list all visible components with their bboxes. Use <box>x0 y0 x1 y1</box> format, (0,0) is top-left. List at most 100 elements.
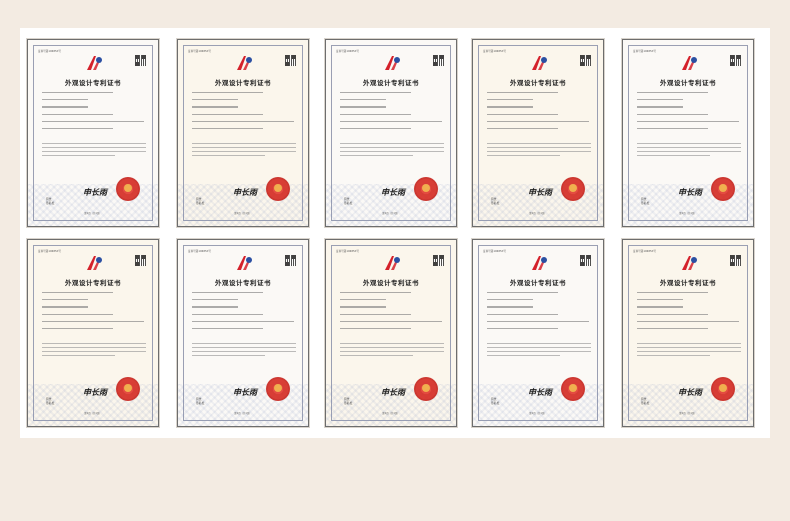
certificate-board: 证书号第10685X号 外观设计专利证书 申长雨 局长 签名栏 第1页（共1页）… <box>20 28 770 438</box>
qr-code-icon <box>730 255 741 266</box>
director-signature: 申长雨 <box>381 187 405 197</box>
bureau-label: 局长 签名栏 <box>46 397 55 405</box>
patent-office-logo-icon <box>385 256 400 270</box>
official-seal-icon <box>711 177 735 201</box>
page-number: 第1页（共1页） <box>234 412 252 415</box>
qr-code-icon <box>433 55 444 66</box>
certificate-fields <box>42 92 144 135</box>
certificate-fields <box>487 292 589 335</box>
bureau-label: 局长 签名栏 <box>491 397 500 405</box>
certificate-fields <box>487 92 589 135</box>
certificate-serial: 证书号第10685X号 <box>483 250 506 253</box>
patent-certificate: 证书号第10685X号 外观设计专利证书 申长雨 局长 签名栏 第1页（共1页） <box>177 239 309 427</box>
certificate-title: 外观设计专利证书 <box>363 79 419 87</box>
certificate-title: 外观设计专利证书 <box>215 279 271 287</box>
official-seal-icon <box>561 377 585 401</box>
patent-office-logo-icon <box>532 256 547 270</box>
bureau-label: 局长 签名栏 <box>641 397 650 405</box>
page-number: 第1页（共1页） <box>679 412 697 415</box>
certificate-body-text <box>637 343 741 359</box>
qr-code-icon <box>580 255 591 266</box>
official-seal-icon <box>561 177 585 201</box>
director-signature: 申长雨 <box>678 387 702 397</box>
page-number: 第1页（共1页） <box>679 212 697 215</box>
director-signature: 申长雨 <box>233 387 257 397</box>
page-number: 第1页（共1页） <box>84 412 102 415</box>
certificate-title: 外观设计专利证书 <box>215 79 271 87</box>
qr-code-icon <box>135 55 146 66</box>
bureau-label: 局长 签名栏 <box>196 197 205 205</box>
patent-office-logo-icon <box>532 56 547 70</box>
certificate-serial: 证书号第10685X号 <box>188 250 211 253</box>
page-number: 第1页（共1页） <box>529 212 547 215</box>
official-seal-icon <box>116 377 140 401</box>
official-seal-icon <box>414 177 438 201</box>
patent-office-logo-icon <box>385 56 400 70</box>
qr-code-icon <box>285 55 296 66</box>
patent-office-logo-icon <box>682 256 697 270</box>
patent-office-logo-icon <box>87 256 102 270</box>
patent-certificate: 证书号第10685X号 外观设计专利证书 申长雨 局长 签名栏 第1页（共1页） <box>325 39 457 227</box>
certificate-serial: 证书号第10685X号 <box>336 50 359 53</box>
certificate-body-text <box>42 343 146 359</box>
bureau-label: 局长 签名栏 <box>344 397 353 405</box>
certificate-title: 外观设计专利证书 <box>65 279 121 287</box>
qr-code-icon <box>433 255 444 266</box>
certificate-serial: 证书号第10685X号 <box>38 50 61 53</box>
page-number: 第1页（共1页） <box>382 412 400 415</box>
patent-certificate: 证书号第10685X号 外观设计专利证书 申长雨 局长 签名栏 第1页（共1页） <box>325 239 457 427</box>
patent-certificate: 证书号第10685X号 外观设计专利证书 申长雨 局长 签名栏 第1页（共1页） <box>622 39 754 227</box>
certificate-title: 外观设计专利证书 <box>363 279 419 287</box>
qr-code-icon <box>580 55 591 66</box>
patent-certificate: 证书号第10685X号 外观设计专利证书 申长雨 局长 签名栏 第1页（共1页） <box>27 39 159 227</box>
qr-code-icon <box>135 255 146 266</box>
page-number: 第1页（共1页） <box>529 412 547 415</box>
bureau-label: 局长 签名栏 <box>491 197 500 205</box>
director-signature: 申长雨 <box>233 187 257 197</box>
certificate-fields <box>340 292 442 335</box>
certificate-serial: 证书号第10685X号 <box>633 250 656 253</box>
certificate-body-text <box>192 343 296 359</box>
patent-certificate: 证书号第10685X号 外观设计专利证书 申长雨 局长 签名栏 第1页（共1页） <box>27 239 159 427</box>
certificate-body-text <box>340 143 444 159</box>
director-signature: 申长雨 <box>528 387 552 397</box>
official-seal-icon <box>116 177 140 201</box>
qr-code-icon <box>730 55 741 66</box>
patent-office-logo-icon <box>237 256 252 270</box>
bureau-label: 局长 签名栏 <box>46 197 55 205</box>
bureau-label: 局长 签名栏 <box>344 197 353 205</box>
bureau-label: 局长 签名栏 <box>641 197 650 205</box>
patent-certificate: 证书号第10685X号 外观设计专利证书 申长雨 局长 签名栏 第1页（共1页） <box>472 39 604 227</box>
certificate-title: 外观设计专利证书 <box>65 79 121 87</box>
certificate-body-text <box>487 343 591 359</box>
page: 证书号第10685X号 外观设计专利证书 申长雨 局长 签名栏 第1页（共1页）… <box>0 0 790 521</box>
certificate-body-text <box>487 143 591 159</box>
certificate-serial: 证书号第10685X号 <box>188 50 211 53</box>
certificate-body-text <box>340 343 444 359</box>
certificate-body-text <box>637 143 741 159</box>
page-number: 第1页（共1页） <box>234 212 252 215</box>
page-number: 第1页（共1页） <box>382 212 400 215</box>
patent-office-logo-icon <box>682 56 697 70</box>
patent-office-logo-icon <box>87 56 102 70</box>
certificate-body-text <box>192 143 296 159</box>
certificate-fields <box>637 292 739 335</box>
patent-certificate: 证书号第10685X号 外观设计专利证书 申长雨 局长 签名栏 第1页（共1页） <box>177 39 309 227</box>
bureau-label: 局长 签名栏 <box>196 397 205 405</box>
certificate-fields <box>42 292 144 335</box>
certificate-fields <box>192 92 294 135</box>
certificate-title: 外观设计专利证书 <box>510 79 566 87</box>
patent-certificate: 证书号第10685X号 外观设计专利证书 申长雨 局长 签名栏 第1页（共1页） <box>472 239 604 427</box>
director-signature: 申长雨 <box>678 187 702 197</box>
certificate-serial: 证书号第10685X号 <box>336 250 359 253</box>
page-number: 第1页（共1页） <box>84 212 102 215</box>
certificate-fields <box>637 92 739 135</box>
certificate-body-text <box>42 143 146 159</box>
director-signature: 申长雨 <box>528 187 552 197</box>
official-seal-icon <box>266 377 290 401</box>
certificate-title: 外观设计专利证书 <box>660 279 716 287</box>
certificate-title: 外观设计专利证书 <box>660 79 716 87</box>
certificate-serial: 证书号第10685X号 <box>483 50 506 53</box>
patent-certificate: 证书号第10685X号 外观设计专利证书 申长雨 局长 签名栏 第1页（共1页） <box>622 239 754 427</box>
certificate-title: 外观设计专利证书 <box>510 279 566 287</box>
